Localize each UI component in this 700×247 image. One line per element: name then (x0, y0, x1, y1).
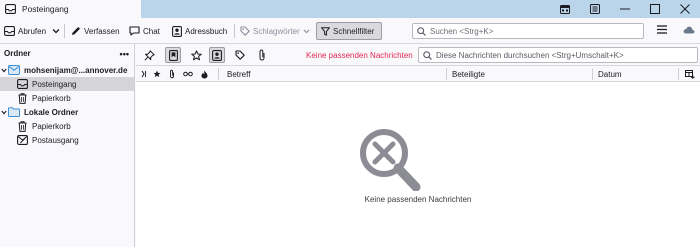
folder-outbox[interactable]: Postausgang (0, 133, 134, 147)
pencil-icon (71, 26, 81, 36)
folder-pane: Ordner ••• mohsenijam@...annover.de Post… (0, 44, 135, 247)
global-search-box[interactable] (412, 23, 644, 39)
title-bar: Posteingang (0, 0, 700, 18)
column-divider (592, 68, 593, 80)
message-list: Keine passenden Nachrichten (136, 82, 700, 247)
folder-icon (8, 106, 20, 118)
filter-funnel-icon (321, 26, 330, 36)
chat-bubble-icon (129, 26, 140, 36)
tab-inbox[interactable]: Posteingang (0, 0, 141, 18)
thread-column-icon[interactable] (141, 66, 147, 82)
trash-icon (16, 92, 28, 104)
chevron-down-icon[interactable] (0, 110, 8, 115)
folder-pane-menu-button[interactable]: ••• (120, 49, 129, 59)
folder-local-trash[interactable]: Papierkorb (0, 119, 134, 133)
quick-filter-search-input[interactable] (436, 50, 696, 60)
main-toolbar: Abrufen Verfassen Chat Adressbuch Schlag… (0, 18, 700, 44)
folder-inbox[interactable]: Posteingang (0, 77, 134, 91)
trash-icon (16, 120, 28, 132)
contact-filter-icon (212, 49, 222, 61)
maximize-button[interactable] (640, 0, 670, 18)
attachment-column-icon[interactable] (169, 66, 175, 82)
folder-local[interactable]: Lokale Ordner (0, 105, 134, 119)
close-button[interactable] (670, 0, 700, 18)
get-messages-dropdown[interactable] (52, 23, 60, 39)
chevron-down-icon (52, 28, 60, 34)
global-search-input[interactable] (430, 26, 630, 36)
folder-pane-header: Ordner (4, 48, 31, 58)
quick-filter-search-box[interactable] (418, 47, 698, 63)
unread-filter-button[interactable] (165, 47, 181, 63)
junk-column-icon[interactable] (201, 66, 208, 82)
column-divider (218, 68, 219, 80)
quick-filter-button[interactable]: Schnellfilter (316, 22, 382, 40)
app-menu-icon[interactable] (657, 25, 667, 34)
no-results-label: Keine passenden Nachrichten (306, 51, 413, 60)
tasks-icon[interactable] (588, 2, 602, 16)
account-mail-icon (8, 64, 20, 76)
quick-filter-bar: Keine passenden Nachrichten (136, 44, 700, 66)
download-icon (4, 26, 15, 36)
chevron-down-icon (303, 29, 310, 34)
write-button[interactable]: Verfassen (71, 23, 120, 39)
column-picker-icon[interactable] (685, 66, 695, 82)
contact-card-icon (172, 25, 182, 37)
minimize-button[interactable] (610, 0, 640, 18)
read-status-column-icon[interactable] (183, 66, 193, 82)
outbox-icon (16, 134, 28, 146)
column-divider (678, 68, 679, 80)
correspondents-column-header[interactable]: Beteiligte (452, 66, 485, 82)
thread-column-header: Betreff Beteiligte Datum (136, 66, 700, 82)
inbox-icon (16, 78, 28, 90)
contact-filter-button[interactable] (209, 47, 225, 63)
get-messages-button[interactable]: Abrufen (4, 23, 46, 39)
sticky-pin-icon[interactable] (141, 47, 157, 63)
no-results-search-icon (358, 129, 430, 191)
calendar-icon[interactable] (558, 2, 572, 16)
tags-button[interactable]: Schlagwörter (240, 23, 310, 39)
column-divider (446, 68, 447, 80)
cloud-icon[interactable] (683, 26, 695, 34)
chevron-down-icon[interactable] (0, 68, 8, 73)
folder-account[interactable]: mohsenijam@...annover.de (0, 63, 134, 77)
search-icon (423, 50, 432, 60)
starred-filter-icon[interactable] (188, 47, 204, 63)
toolbar-divider (64, 24, 65, 38)
folder-trash[interactable]: Papierkorb (0, 91, 134, 105)
address-book-button[interactable]: Adressbuch (172, 23, 227, 39)
tag-filter-icon[interactable] (232, 47, 248, 63)
unread-filter-icon (168, 49, 178, 61)
date-column-header[interactable]: Datum (598, 66, 622, 82)
toolbar-divider (234, 24, 235, 38)
empty-list-message: Keine passenden Nachrichten (364, 195, 472, 204)
tab-title: Posteingang (22, 4, 69, 14)
mail-icon (5, 4, 16, 14)
tag-icon (240, 26, 250, 36)
chat-button[interactable]: Chat (129, 23, 160, 39)
attachment-filter-icon[interactable] (254, 47, 270, 63)
star-column-icon[interactable] (153, 66, 161, 82)
subject-column-header[interactable]: Betreff (227, 66, 250, 82)
search-icon (417, 26, 426, 36)
